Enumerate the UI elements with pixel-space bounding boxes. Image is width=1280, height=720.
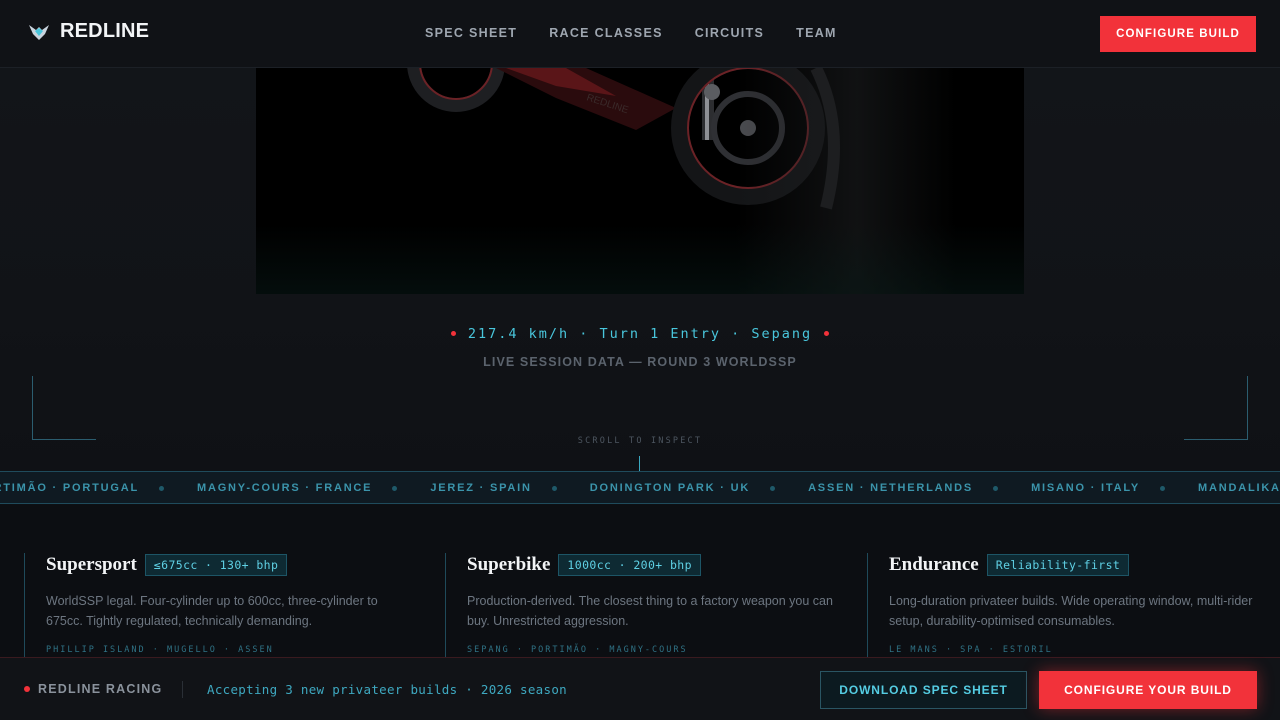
corner-bracket-left bbox=[32, 376, 96, 440]
brand-name: REDLINE bbox=[60, 20, 150, 42]
ticker-item: JEREZ · SPAIN bbox=[430, 482, 532, 494]
wing-shield-icon bbox=[29, 24, 49, 40]
class-card-superbike[interactable]: Superbike 1000cc · 200+ bhp Production-d… bbox=[445, 553, 833, 663]
hero-motorcycle-image: REDLINE bbox=[256, 68, 1024, 294]
footer-divider bbox=[182, 681, 183, 698]
live-dot-icon bbox=[824, 330, 830, 336]
class-tracks: PHILLIP ISLAND · MUGELLO · ASSEN bbox=[46, 645, 274, 655]
class-card-endurance[interactable]: Endurance Reliability-first Long-duratio… bbox=[867, 553, 1252, 663]
class-title: Endurance bbox=[889, 554, 979, 575]
class-description: WorldSSP legal. Four-cylinder up to 600c… bbox=[46, 594, 378, 628]
class-badge: 1000cc · 200+ bhp bbox=[558, 554, 701, 576]
class-card-header: Supersport ≤675cc · 130+ bhp bbox=[46, 553, 404, 577]
ground-glow bbox=[256, 224, 1024, 294]
class-badge: Reliability-first bbox=[986, 554, 1130, 576]
ticker-dot-icon bbox=[392, 485, 398, 491]
brand[interactable]: REDLINE bbox=[28, 20, 149, 43]
download-spec-sheet-button[interactable]: DOWNLOAD SPEC SHEET bbox=[820, 671, 1027, 709]
class-card-header: Superbike 1000cc · 200+ bhp bbox=[467, 553, 825, 577]
telemetry-readout: 217.4 km/h · Turn 1 Entry · Sepang bbox=[0, 326, 1280, 342]
class-description: Production-derived. The closest thing to… bbox=[467, 594, 833, 628]
nav-links: SPEC SHEET RACE CLASSES CIRCUITS TEAM bbox=[425, 26, 837, 40]
class-title: Supersport bbox=[46, 554, 137, 575]
ticker-item: PORTIMÃO · PORTUGAL bbox=[0, 482, 139, 494]
configure-your-build-button[interactable]: CONFIGURE YOUR BUILD bbox=[1039, 671, 1257, 709]
scroll-hint: SCROLL TO INSPECT bbox=[577, 436, 703, 446]
race-classes-section: Supersport ≤675cc · 130+ bhp WorldSSP le… bbox=[0, 505, 1280, 663]
ticker-dot-icon bbox=[993, 485, 999, 491]
corner-bracket-right bbox=[1184, 376, 1248, 440]
ticker-dot-icon bbox=[770, 485, 776, 491]
class-badge: ≤675cc · 130+ bhp bbox=[144, 554, 288, 576]
status-dot-icon bbox=[24, 686, 30, 692]
sticky-cta-bar: REDLINE RACING Accepting 3 new privateer… bbox=[0, 657, 1280, 720]
nav-link-race-classes[interactable]: RACE CLASSES bbox=[549, 26, 663, 40]
ticker-item: DONINGTON PARK · UK bbox=[589, 482, 751, 494]
session-label: LIVE SESSION DATA — ROUND 3 WORLDSSP bbox=[483, 355, 797, 369]
nav-link-team[interactable]: TEAM bbox=[796, 26, 837, 40]
nav-link-spec-sheet[interactable]: SPEC SHEET bbox=[425, 26, 517, 40]
class-tracks: LE MANS · SPA · ESTORIL bbox=[889, 645, 1053, 655]
scroll-indicator-line bbox=[639, 456, 640, 472]
class-title: Superbike bbox=[467, 554, 551, 575]
ticker-item: ASSEN · NETHERLANDS bbox=[808, 482, 974, 494]
ticker-dot-icon bbox=[551, 485, 557, 491]
ticker-track: PORTIMÃO · PORTUGAL MAGNY-COURS · FRANCE… bbox=[0, 482, 1280, 494]
circuit-ticker: PORTIMÃO · PORTUGAL MAGNY-COURS · FRANCE… bbox=[0, 471, 1280, 504]
footer-brand: REDLINE RACING bbox=[24, 682, 162, 696]
class-card-header: Endurance Reliability-first bbox=[889, 553, 1247, 577]
ticker-dot-icon bbox=[1160, 485, 1165, 491]
ticker-dot-icon bbox=[158, 485, 164, 491]
class-tracks: SEPANG · PORTIMÃO · MAGNY-COURS bbox=[467, 645, 688, 655]
ticker-item: MAGNY-COURS · FRANCE bbox=[196, 482, 373, 494]
nav-link-circuits[interactable]: CIRCUITS bbox=[695, 26, 764, 40]
footer-brand-name: REDLINE RACING bbox=[38, 682, 163, 696]
ticker-item: MANDALIKA · INDONESIA bbox=[1198, 482, 1280, 494]
footer-message: Accepting 3 new privateer builds · 2026 … bbox=[207, 682, 567, 697]
class-description: Long-duration privateer builds. Wide ope… bbox=[889, 594, 1253, 628]
telemetry-text: 217.4 km/h · Turn 1 Entry · Sepang bbox=[467, 326, 813, 342]
ticker-item: MISANO · ITALY bbox=[1031, 482, 1140, 494]
live-dot-icon bbox=[450, 330, 456, 336]
class-card-supersport[interactable]: Supersport ≤675cc · 130+ bhp WorldSSP le… bbox=[24, 553, 404, 663]
top-navbar: REDLINE SPEC SHEET RACE CLASSES CIRCUITS… bbox=[0, 0, 1280, 68]
configure-build-button[interactable]: CONFIGURE BUILD bbox=[1100, 16, 1256, 52]
